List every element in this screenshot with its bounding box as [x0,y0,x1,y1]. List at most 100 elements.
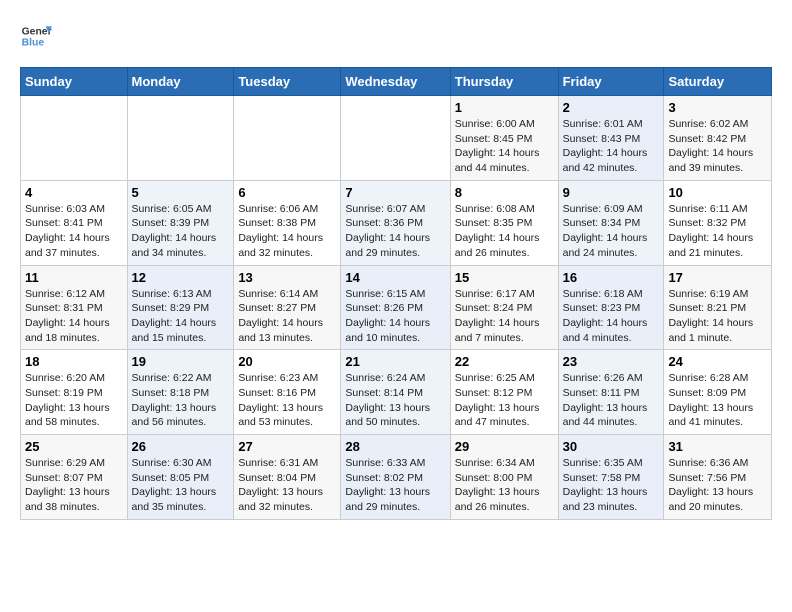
day-info: Sunrise: 6:25 AM Sunset: 8:12 PM Dayligh… [455,371,554,430]
day-number: 6 [238,185,336,200]
header-day-thursday: Thursday [450,68,558,96]
day-info: Sunrise: 6:18 AM Sunset: 8:23 PM Dayligh… [563,287,660,346]
header-day-saturday: Saturday [664,68,772,96]
day-info: Sunrise: 6:23 AM Sunset: 8:16 PM Dayligh… [238,371,336,430]
calendar-cell: 2 Sunrise: 6:01 AM Sunset: 8:43 PM Daylig… [558,96,664,181]
day-number: 5 [132,185,230,200]
day-info: Sunrise: 6:26 AM Sunset: 8:11 PM Dayligh… [563,371,660,430]
day-info: Sunrise: 6:11 AM Sunset: 8:32 PM Dayligh… [668,202,767,261]
day-info: Sunrise: 6:17 AM Sunset: 8:24 PM Dayligh… [455,287,554,346]
day-info: Sunrise: 6:31 AM Sunset: 8:04 PM Dayligh… [238,456,336,515]
page-header: General Blue [20,20,772,52]
day-number: 4 [25,185,123,200]
calendar-cell [341,96,450,181]
day-number: 19 [132,354,230,369]
calendar-cell: 10 Sunrise: 6:11 AM Sunset: 8:32 PM Dayli… [664,180,772,265]
day-info: Sunrise: 6:15 AM Sunset: 8:26 PM Dayligh… [345,287,445,346]
day-number: 15 [455,270,554,285]
day-info: Sunrise: 6:20 AM Sunset: 8:19 PM Dayligh… [25,371,123,430]
logo-icon: General Blue [20,20,52,52]
day-number: 16 [563,270,660,285]
calendar-week-2: 4Sunrise: 6:03 AM Sunset: 8:41 PM Daylig… [21,180,772,265]
day-info: Sunrise: 6:08 AM Sunset: 8:35 PM Dayligh… [455,202,554,261]
day-info: Sunrise: 6:19 AM Sunset: 8:21 PM Dayligh… [668,287,767,346]
day-number: 10 [668,185,767,200]
calendar-cell [127,96,234,181]
day-number: 9 [563,185,660,200]
day-info: Sunrise: 6:24 AM Sunset: 8:14 PM Dayligh… [345,371,445,430]
day-number: 26 [132,439,230,454]
day-info: Sunrise: 6:01 AM Sunset: 8:43 PM Dayligh… [563,117,660,176]
calendar-cell: 30 Sunrise: 6:35 AM Sunset: 7:58 PM Dayli… [558,435,664,520]
day-info: Sunrise: 6:13 AM Sunset: 8:29 PM Dayligh… [132,287,230,346]
calendar-cell: 15 Sunrise: 6:17 AM Sunset: 8:24 PM Dayli… [450,265,558,350]
calendar-cell: 29 Sunrise: 6:34 AM Sunset: 8:00 PM Dayli… [450,435,558,520]
day-number: 22 [455,354,554,369]
calendar-cell: 8 Sunrise: 6:08 AM Sunset: 8:35 PM Daylig… [450,180,558,265]
calendar-cell: 4Sunrise: 6:03 AM Sunset: 8:41 PM Daylig… [21,180,128,265]
calendar-week-4: 18Sunrise: 6:20 AM Sunset: 8:19 PM Dayli… [21,350,772,435]
calendar-cell [21,96,128,181]
calendar-week-5: 25 Sunrise: 6:29 AM Sunset: 8:07 PM Dayli… [21,435,772,520]
day-number: 8 [455,185,554,200]
day-number: 28 [345,439,445,454]
header-day-wednesday: Wednesday [341,68,450,96]
day-info: Sunrise: 6:29 AM Sunset: 8:07 PM Dayligh… [25,456,123,515]
calendar-cell: 20 Sunrise: 6:23 AM Sunset: 8:16 PM Dayli… [234,350,341,435]
header-day-tuesday: Tuesday [234,68,341,96]
day-info: Sunrise: 6:34 AM Sunset: 8:00 PM Dayligh… [455,456,554,515]
calendar-cell: 21 Sunrise: 6:24 AM Sunset: 8:14 PM Dayli… [341,350,450,435]
day-number: 14 [345,270,445,285]
header-day-monday: Monday [127,68,234,96]
calendar-cell: 23Sunrise: 6:26 AM Sunset: 8:11 PM Dayli… [558,350,664,435]
calendar-cell: 28 Sunrise: 6:33 AM Sunset: 8:02 PM Dayli… [341,435,450,520]
day-info: Sunrise: 6:36 AM Sunset: 7:56 PM Dayligh… [668,456,767,515]
day-number: 24 [668,354,767,369]
day-number: 21 [345,354,445,369]
logo: General Blue [20,20,52,52]
day-number: 12 [132,270,230,285]
calendar-week-1: 1 Sunrise: 6:00 AM Sunset: 8:45 PM Daylig… [21,96,772,181]
calendar-cell: 19Sunrise: 6:22 AM Sunset: 8:18 PM Dayli… [127,350,234,435]
day-number: 11 [25,270,123,285]
day-number: 25 [25,439,123,454]
calendar-cell: 6Sunrise: 6:06 AM Sunset: 8:38 PM Daylig… [234,180,341,265]
day-info: Sunrise: 6:30 AM Sunset: 8:05 PM Dayligh… [132,456,230,515]
calendar-cell [234,96,341,181]
day-info: Sunrise: 6:28 AM Sunset: 8:09 PM Dayligh… [668,371,767,430]
calendar-cell: 31 Sunrise: 6:36 AM Sunset: 7:56 PM Dayli… [664,435,772,520]
calendar-cell: 18Sunrise: 6:20 AM Sunset: 8:19 PM Dayli… [21,350,128,435]
day-number: 20 [238,354,336,369]
svg-text:Blue: Blue [22,38,45,49]
day-info: Sunrise: 6:07 AM Sunset: 8:36 PM Dayligh… [345,202,445,261]
day-info: Sunrise: 6:09 AM Sunset: 8:34 PM Dayligh… [563,202,660,261]
day-number: 1 [455,100,554,115]
calendar-cell: 27 Sunrise: 6:31 AM Sunset: 8:04 PM Dayli… [234,435,341,520]
calendar-cell: 25 Sunrise: 6:29 AM Sunset: 8:07 PM Dayli… [21,435,128,520]
day-info: Sunrise: 6:05 AM Sunset: 8:39 PM Dayligh… [132,202,230,261]
calendar-cell: 24 Sunrise: 6:28 AM Sunset: 8:09 PM Dayli… [664,350,772,435]
day-number: 2 [563,100,660,115]
day-info: Sunrise: 6:14 AM Sunset: 8:27 PM Dayligh… [238,287,336,346]
header-day-friday: Friday [558,68,664,96]
day-number: 13 [238,270,336,285]
calendar-cell: 12 Sunrise: 6:13 AM Sunset: 8:29 PM Dayli… [127,265,234,350]
day-info: Sunrise: 6:00 AM Sunset: 8:45 PM Dayligh… [455,117,554,176]
calendar-cell: 3 Sunrise: 6:02 AM Sunset: 8:42 PM Daylig… [664,96,772,181]
calendar-cell: 5 Sunrise: 6:05 AM Sunset: 8:39 PM Daylig… [127,180,234,265]
day-number: 3 [668,100,767,115]
calendar-cell: 22 Sunrise: 6:25 AM Sunset: 8:12 PM Dayli… [450,350,558,435]
day-number: 30 [563,439,660,454]
calendar-cell: 14 Sunrise: 6:15 AM Sunset: 8:26 PM Dayli… [341,265,450,350]
day-info: Sunrise: 6:02 AM Sunset: 8:42 PM Dayligh… [668,117,767,176]
calendar-header-row: SundayMondayTuesdayWednesdayThursdayFrid… [21,68,772,96]
calendar-cell: 16 Sunrise: 6:18 AM Sunset: 8:23 PM Dayli… [558,265,664,350]
day-number: 31 [668,439,767,454]
calendar-cell: 11Sunrise: 6:12 AM Sunset: 8:31 PM Dayli… [21,265,128,350]
day-number: 27 [238,439,336,454]
day-info: Sunrise: 6:33 AM Sunset: 8:02 PM Dayligh… [345,456,445,515]
calendar-cell: 13 Sunrise: 6:14 AM Sunset: 8:27 PM Dayli… [234,265,341,350]
day-info: Sunrise: 6:35 AM Sunset: 7:58 PM Dayligh… [563,456,660,515]
calendar-cell: 7Sunrise: 6:07 AM Sunset: 8:36 PM Daylig… [341,180,450,265]
day-number: 29 [455,439,554,454]
